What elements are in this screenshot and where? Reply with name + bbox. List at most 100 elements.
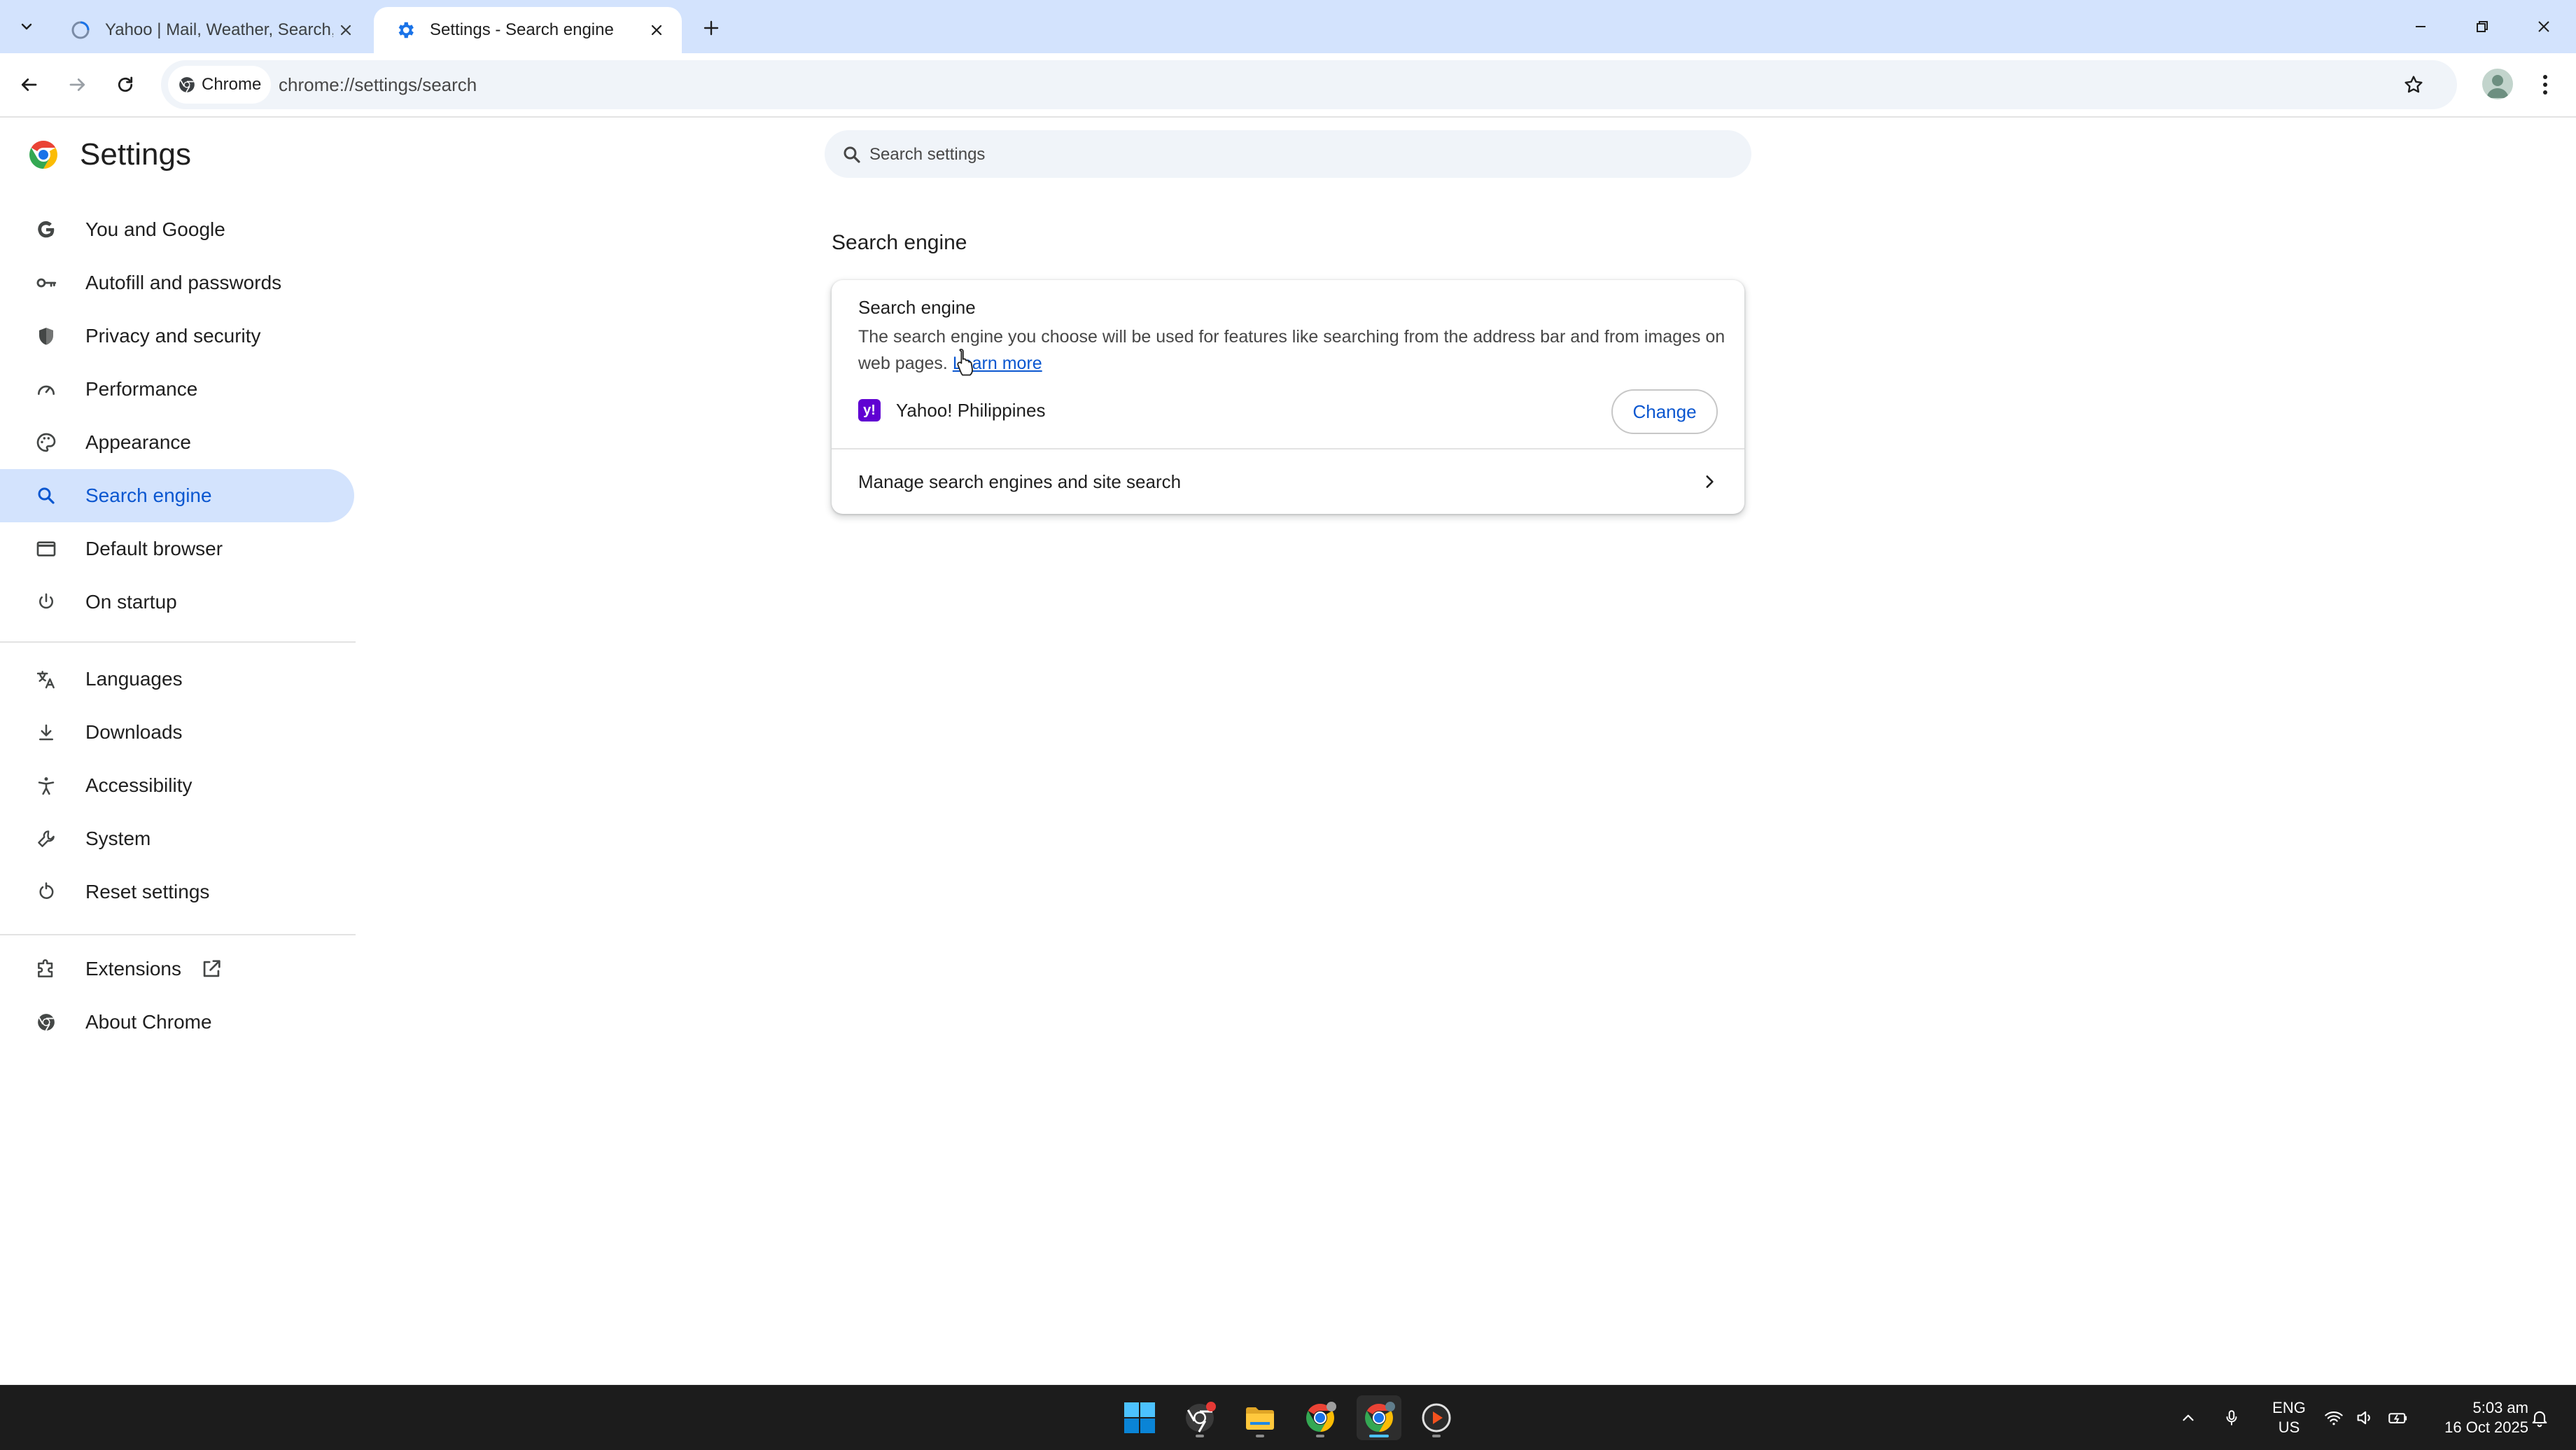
url-text[interactable]: chrome://settings/search <box>279 60 477 109</box>
more-vert-icon <box>2543 75 2547 95</box>
close-icon <box>340 25 351 36</box>
download-icon <box>32 718 60 746</box>
sidebar-item-label: Accessibility <box>85 774 192 796</box>
accessibility-icon <box>32 772 60 800</box>
minimize-button[interactable] <box>2400 10 2442 43</box>
restore-button[interactable] <box>2461 10 2503 43</box>
sidebar-item-you-and-google[interactable]: You and Google <box>0 203 354 256</box>
reload-icon <box>118 76 133 92</box>
taskbar-app-chrome-canary[interactable] <box>1177 1395 1222 1440</box>
sidebar-item-label: Default browser <box>85 538 223 559</box>
sidebar-item-privacy[interactable]: Privacy and security <box>0 309 354 363</box>
sidebar-item-label: Autofill and passwords <box>85 272 282 293</box>
sidebar-item-about-chrome[interactable]: About Chrome <box>0 996 354 1049</box>
chrome-icon <box>179 77 195 93</box>
hand-cursor-icon <box>957 349 973 376</box>
manage-search-engines-row[interactable]: Manage search engines and site search <box>832 449 1744 514</box>
sidebar-item-languages[interactable]: Languages <box>0 653 354 706</box>
region-code: US <box>2278 1418 2300 1436</box>
windows-logo-icon <box>1124 1402 1155 1433</box>
system-clock[interactable]: 5:03 am 16 Oct 2025 <box>2423 1398 2528 1437</box>
taskbar-app-chrome-active[interactable] <box>1357 1395 1401 1440</box>
notifications-button[interactable] <box>2526 1404 2554 1432</box>
wrench-icon <box>32 825 60 853</box>
profile-avatar[interactable] <box>2482 69 2513 99</box>
bookmark-button[interactable] <box>2398 69 2429 100</box>
tab-settings[interactable]: Settings - Search engine <box>374 7 682 53</box>
tab-yahoo[interactable]: Yahoo | Mail, Weather, Search, P <box>49 7 371 53</box>
sidebar-item-label: Appearance <box>85 431 192 453</box>
avatar-icon <box>2486 75 2509 98</box>
close-tab-button[interactable] <box>333 18 358 43</box>
sidebar-divider <box>0 934 356 935</box>
sidebar-divider <box>0 641 356 643</box>
search-icon <box>32 482 60 510</box>
sidebar-item-label: On startup <box>85 591 177 613</box>
search-settings-input[interactable] <box>868 130 1711 179</box>
key-icon <box>32 269 60 297</box>
address-bar[interactable]: Chrome chrome://settings/search <box>161 60 2457 109</box>
power-icon <box>32 588 60 616</box>
microphone-button[interactable] <box>2218 1404 2246 1432</box>
close-icon <box>651 25 662 36</box>
plus-icon <box>704 20 719 36</box>
sidebar-item-label: Search engine <box>85 485 212 506</box>
sidebar-item-label: You and Google <box>85 218 225 240</box>
tab-strip: Yahoo | Mail, Weather, Search, P Setting… <box>0 0 2576 53</box>
sidebar-item-search-engine[interactable]: Search engine <box>0 469 354 522</box>
running-indicator <box>1369 1435 1389 1437</box>
sidebar-item-accessibility[interactable]: Accessibility <box>0 759 354 812</box>
taskbar-app-chrome[interactable] <box>1298 1395 1343 1440</box>
tab-title: Yahoo | Mail, Weather, Search, P <box>105 20 333 39</box>
star-icon <box>2404 76 2423 93</box>
minimize-icon <box>2416 26 2426 27</box>
sidebar-item-appearance[interactable]: Appearance <box>0 416 354 469</box>
battery-button[interactable] <box>2384 1404 2412 1432</box>
search-settings-field[interactable] <box>825 130 1751 179</box>
restore-icon <box>2477 21 2488 32</box>
running-indicator <box>1256 1435 1264 1437</box>
sidebar-item-default-browser[interactable]: Default browser <box>0 522 354 576</box>
sidebar-item-label: System <box>85 828 151 849</box>
menu-button[interactable] <box>2530 69 2561 101</box>
sidebar-item-extensions[interactable]: Extensions <box>0 942 354 996</box>
language-indicator[interactable]: ENG US <box>2268 1398 2310 1437</box>
change-button[interactable]: Change <box>1611 389 1718 434</box>
microphone-icon <box>2226 1410 2237 1425</box>
volume-button[interactable] <box>2351 1404 2379 1432</box>
notification-bell-icon <box>2532 1411 2547 1428</box>
running-indicator <box>1196 1435 1204 1437</box>
back-button[interactable] <box>11 67 46 102</box>
start-button[interactable] <box>1117 1395 1162 1440</box>
translate-icon <box>32 665 60 693</box>
forward-button[interactable] <box>60 67 95 102</box>
chip-label: Chrome <box>202 75 262 94</box>
site-info-chip[interactable]: Chrome <box>168 66 272 104</box>
sidebar-item-label: Performance <box>85 378 198 400</box>
palette-icon <box>32 428 60 456</box>
wifi-button[interactable] <box>2320 1404 2348 1432</box>
open-in-new-icon <box>203 960 220 977</box>
new-tab-button[interactable] <box>696 13 727 43</box>
sidebar-item-reset-settings[interactable]: Reset settings <box>0 865 354 919</box>
close-tab-button[interactable] <box>644 18 669 43</box>
browser-toolbar: Chrome chrome://settings/search <box>0 53 2576 118</box>
tab-search-button[interactable] <box>10 11 43 42</box>
tab-title: Settings - Search engine <box>430 20 614 39</box>
taskbar-app-media-player[interactable] <box>1414 1395 1459 1440</box>
reload-button[interactable] <box>108 67 143 102</box>
search-icon <box>840 143 864 167</box>
browser-window-icon <box>32 535 60 563</box>
sidebar-item-downloads[interactable]: Downloads <box>0 706 354 759</box>
taskbar-app-file-explorer[interactable] <box>1238 1395 1282 1440</box>
chrome-icon <box>1306 1402 1336 1432</box>
sidebar-item-performance[interactable]: Performance <box>0 363 354 416</box>
show-hidden-icons-button[interactable] <box>2174 1404 2202 1432</box>
sidebar-item-system[interactable]: System <box>0 812 354 865</box>
settings-brand: Settings <box>27 137 191 172</box>
sidebar-item-autofill[interactable]: Autofill and passwords <box>0 256 354 309</box>
close-window-button[interactable] <box>2523 10 2565 43</box>
chrome-icon <box>32 1008 60 1036</box>
sidebar-item-on-startup[interactable]: On startup <box>0 576 354 629</box>
speedometer-icon <box>32 375 60 403</box>
